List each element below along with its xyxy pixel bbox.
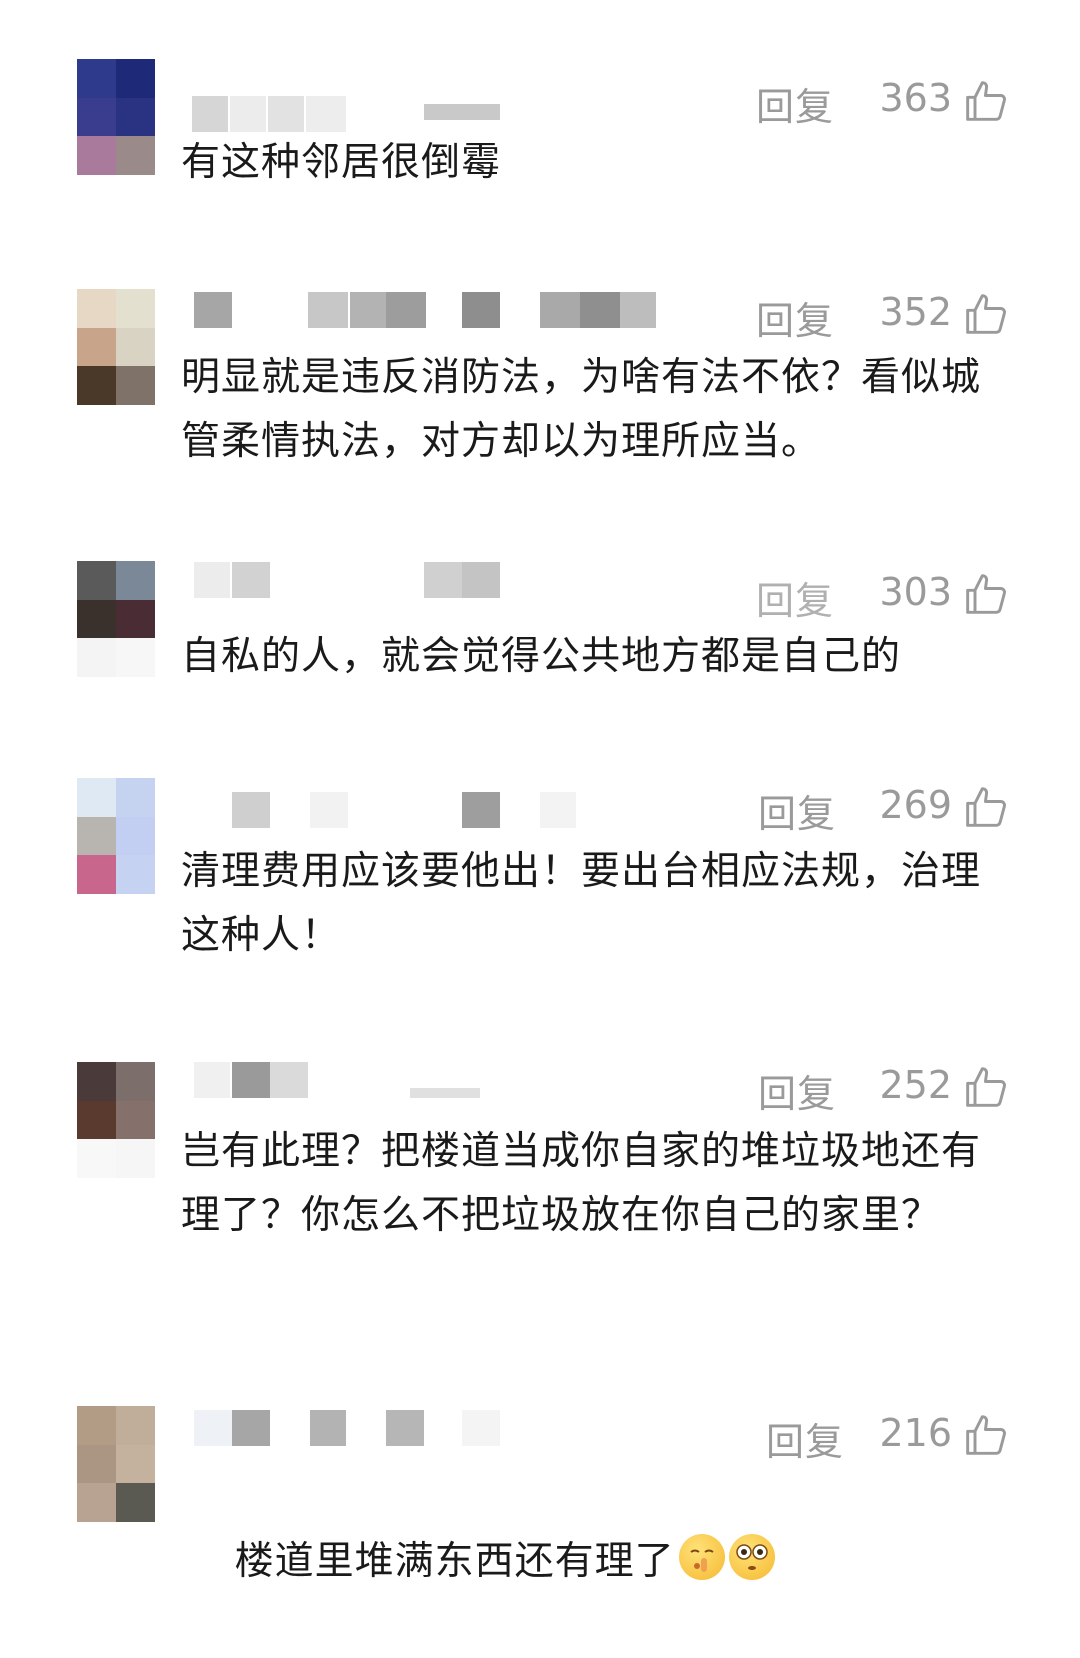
comment-text: 岂有此理？把楼道当成你自家的堆垃圾地还有理了？你怎么不把垃圾放在你自己的家里？ — [181, 1129, 982, 1238]
username-blurred[interactable] — [190, 1062, 510, 1098]
avatar[interactable] — [77, 1062, 155, 1178]
like-count: 216 — [879, 1411, 952, 1455]
reply-button[interactable]: 回复 — [758, 783, 836, 838]
comment-text: 明显就是违反消防法，为啥有法不依？看似城管柔情执法，对方却以为理所应当。 — [181, 355, 982, 464]
flushed-face-emoji — [728, 1534, 775, 1580]
thumbs-up-icon[interactable] — [964, 785, 1008, 829]
username-blurred[interactable] — [190, 292, 656, 328]
thumbs-up-icon[interactable] — [964, 1413, 1008, 1457]
reply-button[interactable]: 回复 — [758, 1063, 836, 1118]
like-count: 303 — [879, 570, 952, 614]
comment-text-content: 楼道里堆满东西还有理了 — [234, 1539, 675, 1584]
like-count: 269 — [879, 783, 952, 827]
avatar[interactable] — [77, 1406, 155, 1522]
reply-button[interactable]: 回复 — [756, 570, 834, 625]
comment-text: 有这种邻居很倒霉 — [181, 140, 502, 185]
reply-button[interactable]: 回复 — [756, 76, 834, 131]
reply-button[interactable]: 回复 — [756, 290, 834, 345]
like-count: 252 — [879, 1063, 952, 1107]
thumbs-up-icon[interactable] — [964, 79, 1008, 123]
like-count: 363 — [879, 76, 952, 120]
username-blurred[interactable] — [190, 1410, 510, 1446]
comment-text: 清理费用应该要他出！要出台相应法规，治理这种人！ — [181, 849, 982, 958]
like-count: 352 — [879, 290, 952, 334]
comment-text: 楼道里堆满东西还有理了 — [181, 1466, 1011, 1658]
avatar[interactable] — [77, 289, 155, 405]
username-blurred[interactable] — [190, 562, 510, 598]
username-blurred[interactable] — [190, 96, 510, 132]
thumbs-up-icon[interactable] — [964, 1065, 1008, 1109]
username-blurred[interactable] — [190, 792, 576, 828]
reply-button[interactable]: 回复 — [766, 1411, 844, 1466]
avatar[interactable] — [77, 59, 155, 175]
thumbs-up-icon[interactable] — [964, 292, 1008, 336]
shushing-face-emoji — [678, 1534, 725, 1580]
avatar[interactable] — [77, 561, 155, 677]
thumbs-up-icon[interactable] — [964, 572, 1008, 616]
avatar[interactable] — [77, 778, 155, 894]
comment-text: 自私的人，就会觉得公共地方都是自己的 — [181, 634, 902, 679]
